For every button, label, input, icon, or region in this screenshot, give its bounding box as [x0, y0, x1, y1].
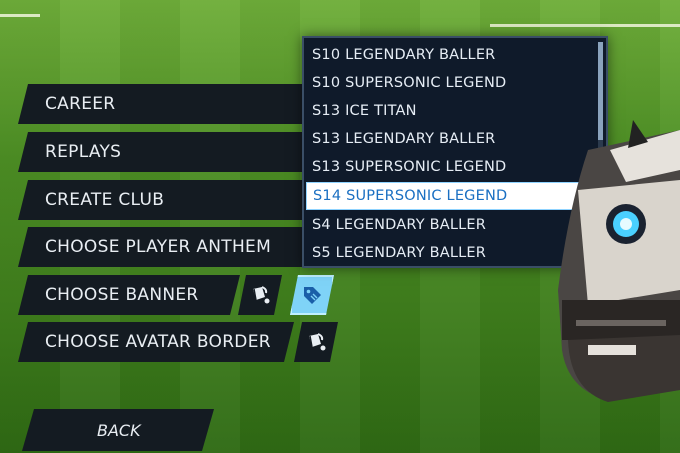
- menu-item-choose-avatar-border[interactable]: CHOOSE AVATAR BORDER: [18, 322, 294, 362]
- menu-item-label: CAREER: [45, 94, 116, 114]
- banner-tag-button[interactable]: [290, 275, 334, 315]
- field-line: [490, 24, 680, 27]
- field-line: [0, 14, 40, 17]
- menu-item-label: CHOOSE PLAYER ANTHEM: [45, 237, 272, 257]
- back-button[interactable]: BACK: [22, 409, 214, 451]
- menu-item-create-club[interactable]: CREATE CLUB: [18, 180, 318, 220]
- paint-bucket-icon: [248, 283, 272, 307]
- avatar-border-paint-button[interactable]: [294, 322, 338, 362]
- menu-item-label: CHOOSE AVATAR BORDER: [45, 332, 271, 352]
- paint-bucket-icon: [304, 330, 328, 354]
- menu-item-career[interactable]: CAREER: [18, 84, 318, 124]
- back-label: BACK: [97, 420, 141, 440]
- menu-item-choose-banner[interactable]: CHOOSE BANNER: [18, 275, 240, 315]
- menu-item-replays[interactable]: REPLAYS: [18, 132, 318, 172]
- menu-item-choose-player-anthem[interactable]: CHOOSE PLAYER ANTHEM: [18, 227, 318, 267]
- banner-paint-button[interactable]: [238, 275, 282, 315]
- car-illustration: [558, 120, 680, 402]
- dropdown-option[interactable]: S10 LEGENDARY BALLER: [306, 41, 598, 69]
- car-model: [548, 90, 680, 410]
- menu-item-label: CHOOSE BANNER: [45, 285, 199, 305]
- tag-icon: [300, 283, 324, 307]
- menu-item-label: REPLAYS: [45, 142, 122, 162]
- menu-item-label: CREATE CLUB: [45, 190, 165, 210]
